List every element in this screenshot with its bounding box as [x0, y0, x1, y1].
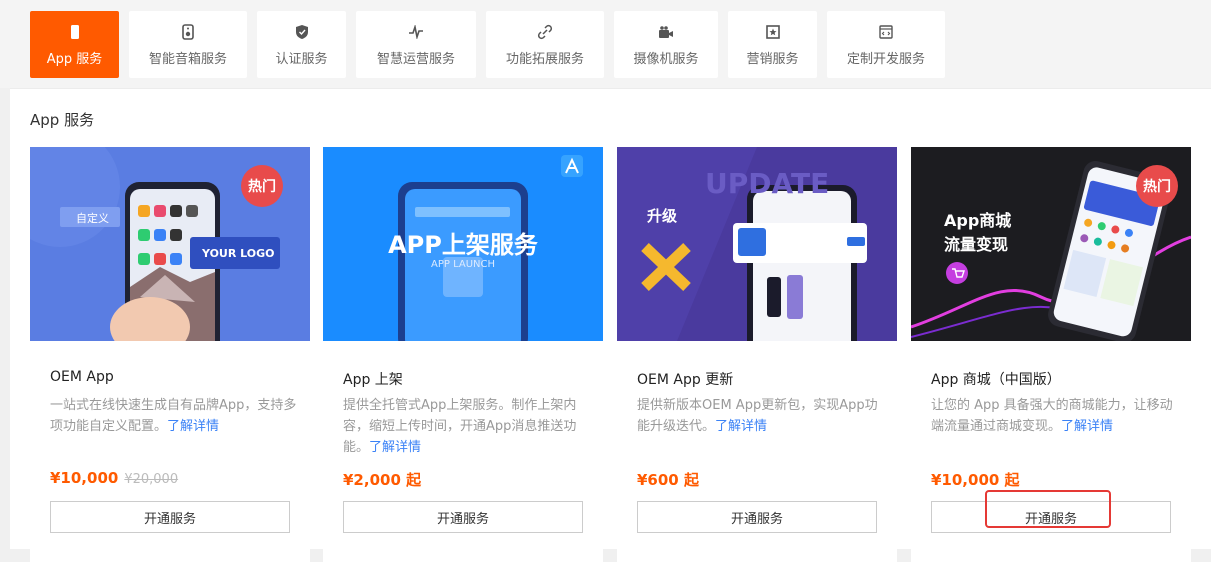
speaker-icon [179, 23, 197, 41]
learn-more-link[interactable]: 了解详情 [167, 419, 219, 434]
link-icon [536, 23, 554, 41]
code-icon [877, 23, 895, 41]
banner-subtitle: APP LAUNCH [430, 259, 496, 270]
banner-image: APP上架服务 APP LAUNCH [323, 147, 603, 341]
activate-service-button[interactable]: 开通服务 [931, 501, 1171, 533]
activate-service-button[interactable]: 开通服务 [343, 501, 583, 533]
phone-icon [66, 23, 84, 41]
tab-label: App 服务 [46, 51, 103, 67]
pulse-icon [407, 23, 425, 41]
tab-app-service[interactable]: App 服务 [30, 11, 119, 78]
learn-more-link[interactable]: 了解详情 [715, 419, 767, 434]
tab-camera[interactable]: 摄像机服务 [614, 11, 718, 78]
card-title: App 上架 [343, 372, 403, 388]
hot-badge: 热门 [1136, 165, 1178, 207]
service-card-app-launch: APP上架服务 APP LAUNCH App 上架 提供全托管式App上架服务。… [323, 147, 603, 562]
banner-image: App商城 流量变现 热门 [911, 147, 1191, 341]
card-description: 提供全托管式App上架服务。制作上架内容，缩短上传时间，开通App消息推送功能。… [343, 398, 577, 455]
tab-label: 营销服务 [746, 51, 799, 67]
banner-headline: APP上架服务 [388, 231, 538, 259]
tab-label: 智能音箱服务 [148, 51, 227, 67]
card-price: ¥600 起 [637, 471, 699, 489]
card-price: ¥10,000 ¥20,000 [50, 469, 179, 487]
card-title: App 商城（中国版） [931, 372, 1061, 388]
card-price: ¥2,000 起 [343, 471, 422, 489]
tab-label: 智慧运营服务 [376, 51, 455, 67]
card-price: ¥10,000 起 [931, 471, 1020, 489]
camera-icon [657, 23, 675, 41]
card-description: 一站式在线快速生成自有品牌App，支持多项功能自定义配置。了解详情 [50, 398, 297, 434]
banner-custom-label: 自定义 [76, 212, 109, 225]
tab-label: 功能拓展服务 [505, 51, 584, 67]
learn-more-link[interactable]: 了解详情 [1061, 419, 1113, 434]
card-title: OEM App 更新 [637, 372, 734, 388]
service-category-tabs: App 服务 智能音箱服务 认证服务 智慧运营服务 功能拓展服务 摄像机服务 营… [0, 0, 1211, 88]
learn-more-link[interactable]: 了解详情 [369, 440, 421, 455]
original-price: ¥20,000 [124, 472, 179, 487]
service-card-oem-update: UPDATE 升级 OEM App 更新 提供新版本OEM App更新包，实现A… [617, 147, 897, 562]
activate-service-button[interactable]: 开通服务 [637, 501, 877, 533]
tab-smart-speaker[interactable]: 智能音箱服务 [129, 11, 247, 78]
card-title: OEM App [50, 369, 114, 385]
card-description: 提供新版本OEM App更新包，实现App功能升级迭代。了解详情 [637, 398, 878, 434]
banner-logo-label: YOUR LOGO [202, 247, 275, 260]
star-icon [764, 23, 782, 41]
shield-icon [293, 23, 311, 41]
tab-label: 认证服务 [275, 51, 328, 67]
tab-function-extension[interactable]: 功能拓展服务 [486, 11, 604, 78]
banner-line2: 流量变现 [944, 235, 1009, 254]
activate-service-button[interactable]: 开通服务 [50, 501, 290, 533]
service-card-app-mall: App商城 流量变现 热门 App 商城（中国版） 让您的 App 具备强大的商… [911, 147, 1191, 562]
banner-line1: App商城 [944, 211, 1012, 230]
service-panel: App 服务 自定义 YOUR LOGO 热门 OEM App 一站式在线快速生… [10, 88, 1211, 562]
hot-badge: 热门 [241, 165, 283, 207]
tab-certification[interactable]: 认证服务 [257, 11, 346, 78]
card-description: 让您的 App 具备强大的商城能力，让移动端流量通过商城变现。了解详情 [931, 398, 1173, 434]
banner-bg-word: UPDATE [705, 167, 830, 200]
tab-label: 摄像机服务 [633, 51, 699, 67]
service-card-oem-app: 自定义 YOUR LOGO 热门 OEM App 一站式在线快速生成自有品牌Ap… [30, 147, 310, 562]
tab-marketing[interactable]: 营销服务 [728, 11, 817, 78]
tab-label: 定制开发服务 [846, 51, 925, 67]
banner-upgrade-label: 升级 [647, 207, 678, 225]
section-title: App 服务 [30, 111, 95, 129]
banner-image: 自定义 YOUR LOGO 热门 [30, 147, 310, 341]
banner-image: UPDATE 升级 [617, 147, 897, 341]
tab-smart-operation[interactable]: 智慧运营服务 [356, 11, 476, 78]
tab-custom-development[interactable]: 定制开发服务 [827, 11, 945, 78]
